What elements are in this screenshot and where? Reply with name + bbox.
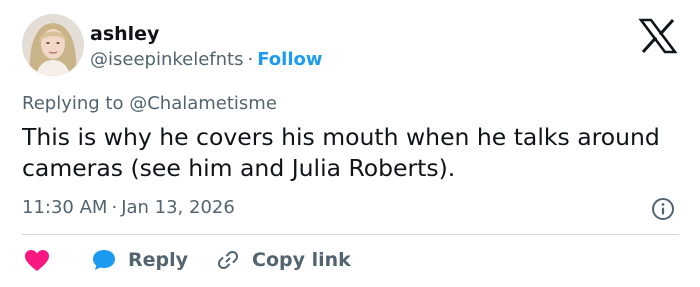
info-icon[interactable] [651, 197, 675, 221]
speech-bubble-icon[interactable] [91, 248, 117, 272]
reply-button[interactable]: Reply [128, 246, 188, 274]
replying-to-prefix: Replying to [22, 93, 124, 114]
author-handle-row: @iseepinkelefnts · Follow [90, 48, 323, 72]
follow-button[interactable]: Follow [257, 49, 322, 70]
tweet-text: This is why he covers his mouth when he … [22, 123, 660, 182]
separator-dot: · [247, 49, 254, 70]
author-handle[interactable]: @iseepinkelefnts [90, 49, 243, 70]
timestamp-separator: · [111, 197, 118, 218]
tweet-embed-card: ashley @iseepinkelefnts · Follow Replying … [0, 0, 700, 287]
tweet-timestamp[interactable]: 11:30 AM · Jan 13, 2026 [22, 196, 235, 220]
tweet-time: 11:30 AM [22, 197, 108, 218]
divider [22, 234, 679, 235]
replying-to-mention[interactable]: @Chalametisme [129, 93, 277, 114]
heart-icon[interactable] [24, 249, 50, 273]
author-name[interactable]: ashley [90, 22, 159, 46]
link-icon[interactable] [216, 248, 240, 272]
copy-link-button[interactable]: Copy link [252, 246, 351, 274]
replying-to: Replying to @Chalametisme [22, 92, 277, 116]
tweet-date: Jan 13, 2026 [121, 197, 235, 218]
avatar[interactable] [22, 14, 84, 76]
x-logo-icon[interactable] [638, 18, 678, 54]
